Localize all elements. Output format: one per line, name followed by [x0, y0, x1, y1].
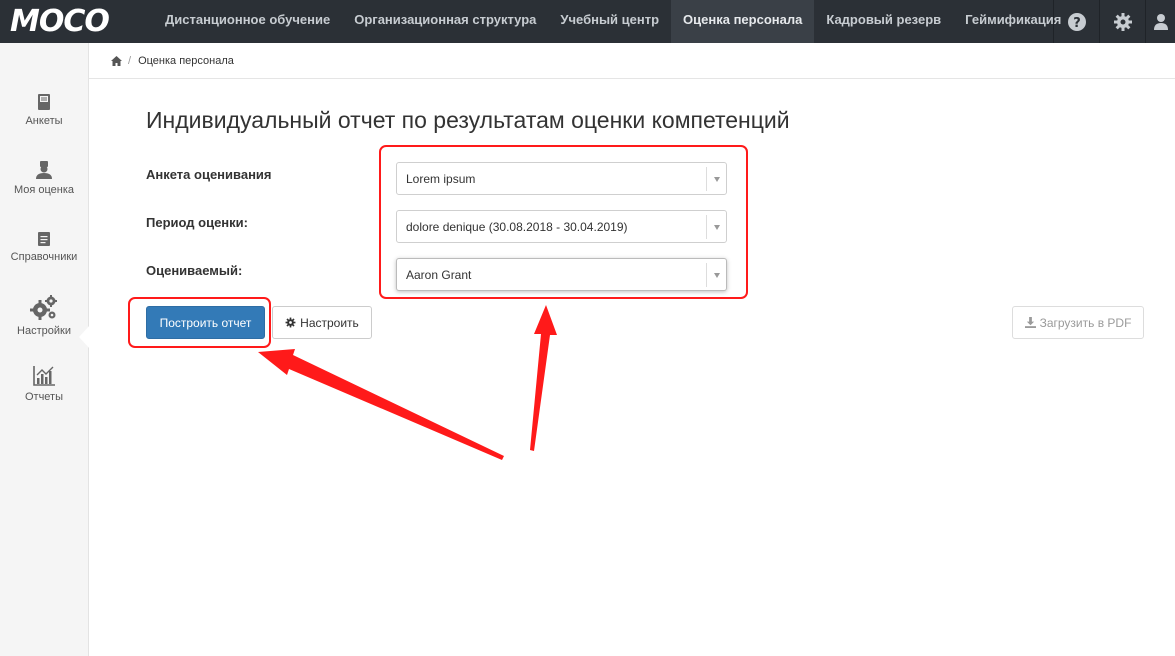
nav-item-training-center[interactable]: Учебный центр: [548, 0, 671, 43]
logo-text: MOCO: [10, 4, 110, 39]
sidebar-item-settings[interactable]: Настройки: [0, 295, 88, 337]
sidebar-item-questionnaires[interactable]: Анкеты: [0, 93, 88, 127]
download-pdf-button[interactable]: Загрузить в PDF: [1012, 306, 1144, 339]
gear-icon: [285, 317, 296, 328]
sidebar-item-reports[interactable]: Отчеты: [0, 365, 88, 403]
settings-button[interactable]: [1099, 0, 1145, 43]
home-icon[interactable]: [111, 55, 122, 66]
sidebar-item-label: Справочники: [10, 251, 78, 263]
document-icon: [38, 232, 50, 246]
questionnaire-label: Анкета оценивания: [146, 167, 272, 182]
annotation-arrow-to-selects: [530, 305, 557, 451]
sidebar-item-my-assessment[interactable]: Моя оценка: [0, 160, 88, 196]
download-icon: [1024, 317, 1036, 328]
nav-item-personnel-assessment[interactable]: Оценка персонала: [671, 0, 815, 43]
nav-item-org-structure[interactable]: Организационная структура: [342, 0, 548, 43]
sidebar-item-directories[interactable]: Справочники: [0, 231, 88, 263]
page-title: Индивидуальный отчет по результатам оцен…: [146, 107, 790, 133]
period-label: Период оценки:: [146, 215, 248, 230]
user-icon: [1153, 13, 1168, 30]
download-pdf-button-label: Загрузить в PDF: [1039, 315, 1132, 330]
top-navbar: MOCO Дистанционное обучение Организацион…: [0, 0, 1175, 43]
help-button[interactable]: ?: [1053, 0, 1099, 43]
help-icon: ?: [1067, 12, 1086, 31]
nav-right-icons: ?: [1053, 0, 1175, 43]
user-badge-icon: [36, 161, 52, 179]
breadcrumb-current: Оценка персонала: [138, 54, 234, 67]
annotation-highlight-selects: [379, 145, 748, 299]
nav-item-distance-learning[interactable]: Дистанционное обучение: [153, 0, 342, 43]
sidebar-active-pointer: [79, 325, 90, 349]
sidebar-item-label: Отчеты: [24, 391, 64, 403]
gears-icon: [30, 295, 57, 320]
svg-text:?: ?: [1073, 16, 1081, 31]
book-icon: [38, 94, 50, 110]
annotation-highlight-build-button: [128, 297, 271, 348]
sidebar-item-label: Моя оценка: [13, 184, 75, 196]
breadcrumb: / Оценка персонала: [89, 43, 1175, 79]
configure-button[interactable]: Настроить: [272, 306, 372, 339]
nav-item-talent-pool[interactable]: Кадровый резерв: [814, 0, 953, 43]
evaluee-label: Оцениваемый:: [146, 263, 243, 278]
chart-icon: [33, 366, 55, 386]
sidebar-item-label: Настройки: [17, 325, 71, 337]
annotation-arrow-to-button: [258, 349, 504, 460]
sidebar-item-label: Анкеты: [25, 115, 63, 127]
user-menu-button[interactable]: [1145, 0, 1175, 43]
breadcrumb-separator: /: [128, 54, 132, 67]
configure-button-label: Настроить: [300, 315, 359, 330]
logo[interactable]: MOCO: [0, 0, 153, 43]
main-nav: Дистанционное обучение Организационная с…: [153, 0, 1073, 43]
sidebar: Анкеты Моя оценка Справочники Настройки …: [0, 43, 89, 656]
gear-icon: [1113, 12, 1132, 31]
